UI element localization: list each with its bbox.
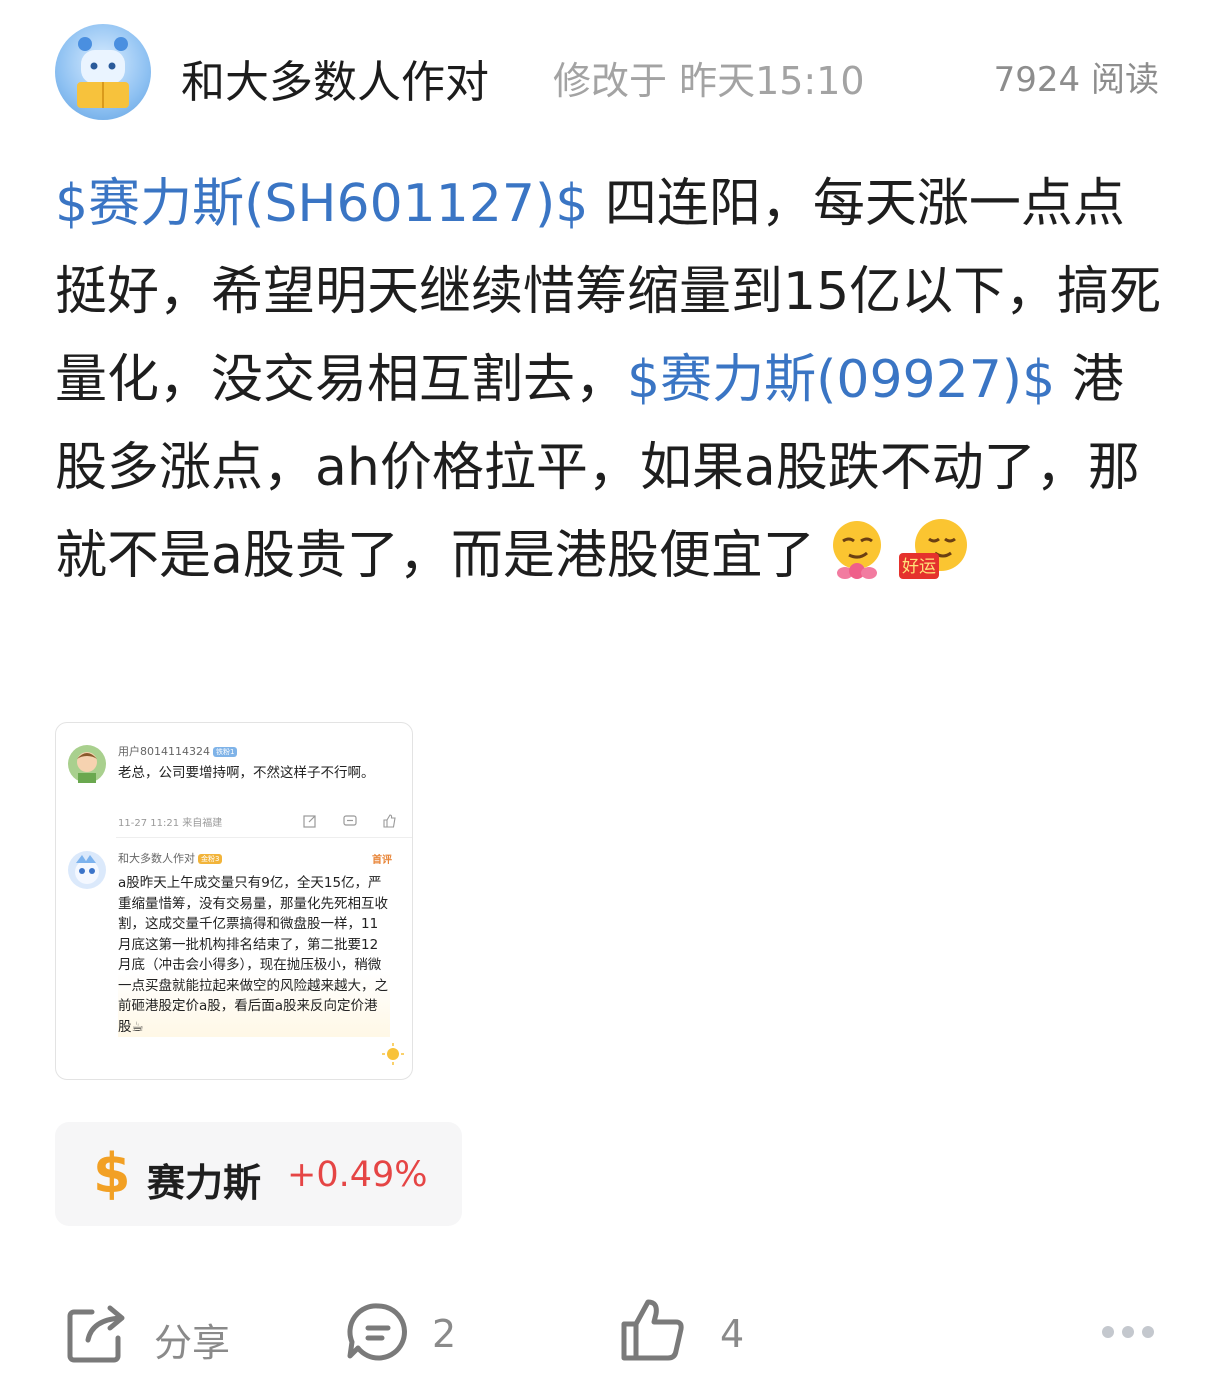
smirk-lotus-emoji-icon — [825, 517, 889, 581]
commenter-avatar — [68, 745, 106, 783]
author-name[interactable]: 和大多数人作对 — [181, 46, 489, 110]
author-reply-text: a股昨天上午成交量只有9亿，全天15亿，严重缩量惜筹，没有交易量，那量化先死相互… — [118, 873, 390, 1037]
dollar-icon: $ — [93, 1142, 131, 1205]
comment-text: 老总，公司要增持啊，不然这样子不行啊。 — [118, 765, 375, 781]
action-bar: 分享 2 4 — [0, 1290, 1214, 1380]
fan-level-tag: 金粉3 — [198, 854, 223, 864]
share-label: 分享 — [154, 1321, 231, 1365]
more-button[interactable] — [1100, 1290, 1160, 1380]
edit-icon — [303, 813, 317, 828]
fan-level-tag: 铁粉1 — [213, 747, 238, 757]
like-button[interactable]: 4 — [620, 1290, 770, 1380]
first-comment-badge: 首评 — [372, 855, 392, 866]
good-luck-emoji-icon: 好运 — [898, 517, 973, 581]
read-count: 7924 阅读 — [993, 60, 1159, 100]
modified-time: 修改于 昨天15:10 — [553, 59, 865, 103]
post-body: $赛力斯(SH601127)$ 四连阳，每天涨一点点挺好，希望明天继续惜筹缩量到… — [55, 160, 1165, 600]
share-icon — [67, 1305, 125, 1363]
thumbs-up-icon — [621, 1299, 684, 1361]
post-header: 和大多数人作对 修改于 昨天15:10 7924 阅读 — [55, 22, 1159, 122]
more-dots-icon — [1102, 1326, 1154, 1338]
comment-icon — [347, 1303, 407, 1361]
share-button[interactable]: 分享 — [66, 1290, 266, 1380]
author-reply-username: 和大多数人作对 金粉3 — [118, 850, 223, 866]
commenter-username: 用户8014114324 铁粉1 — [118, 743, 238, 759]
like-icon — [382, 813, 396, 828]
comment-screenshot-image[interactable]: 用户8014114324 铁粉1 老总，公司要增持啊，不然这样子不行啊。 11-2… — [55, 722, 413, 1080]
mascot-reading-icon — [77, 37, 129, 108]
stock-change: +0.49% — [287, 1155, 428, 1195]
comment-icon — [343, 813, 357, 827]
sun-sticker-icon — [382, 1043, 404, 1065]
stock-link-09927[interactable]: $赛力斯(09927)$ — [627, 350, 1055, 410]
comment-divider — [116, 837, 412, 838]
comment-count: 2 — [432, 1312, 457, 1356]
stock-chip[interactable]: $ 赛力斯 +0.49% — [55, 1122, 462, 1226]
like-count: 4 — [720, 1312, 745, 1356]
stock-link-sh601127[interactable]: $赛力斯(SH601127)$ — [55, 174, 588, 234]
author-reply-avatar — [68, 851, 106, 889]
stock-name: 赛力斯 — [147, 1161, 262, 1205]
good-luck-label: 好运 — [902, 557, 936, 577]
comment-meta: 11-27 11:21 来自福建 — [118, 818, 223, 829]
comment-button[interactable]: 2 — [346, 1290, 496, 1380]
author-avatar[interactable] — [55, 24, 151, 120]
